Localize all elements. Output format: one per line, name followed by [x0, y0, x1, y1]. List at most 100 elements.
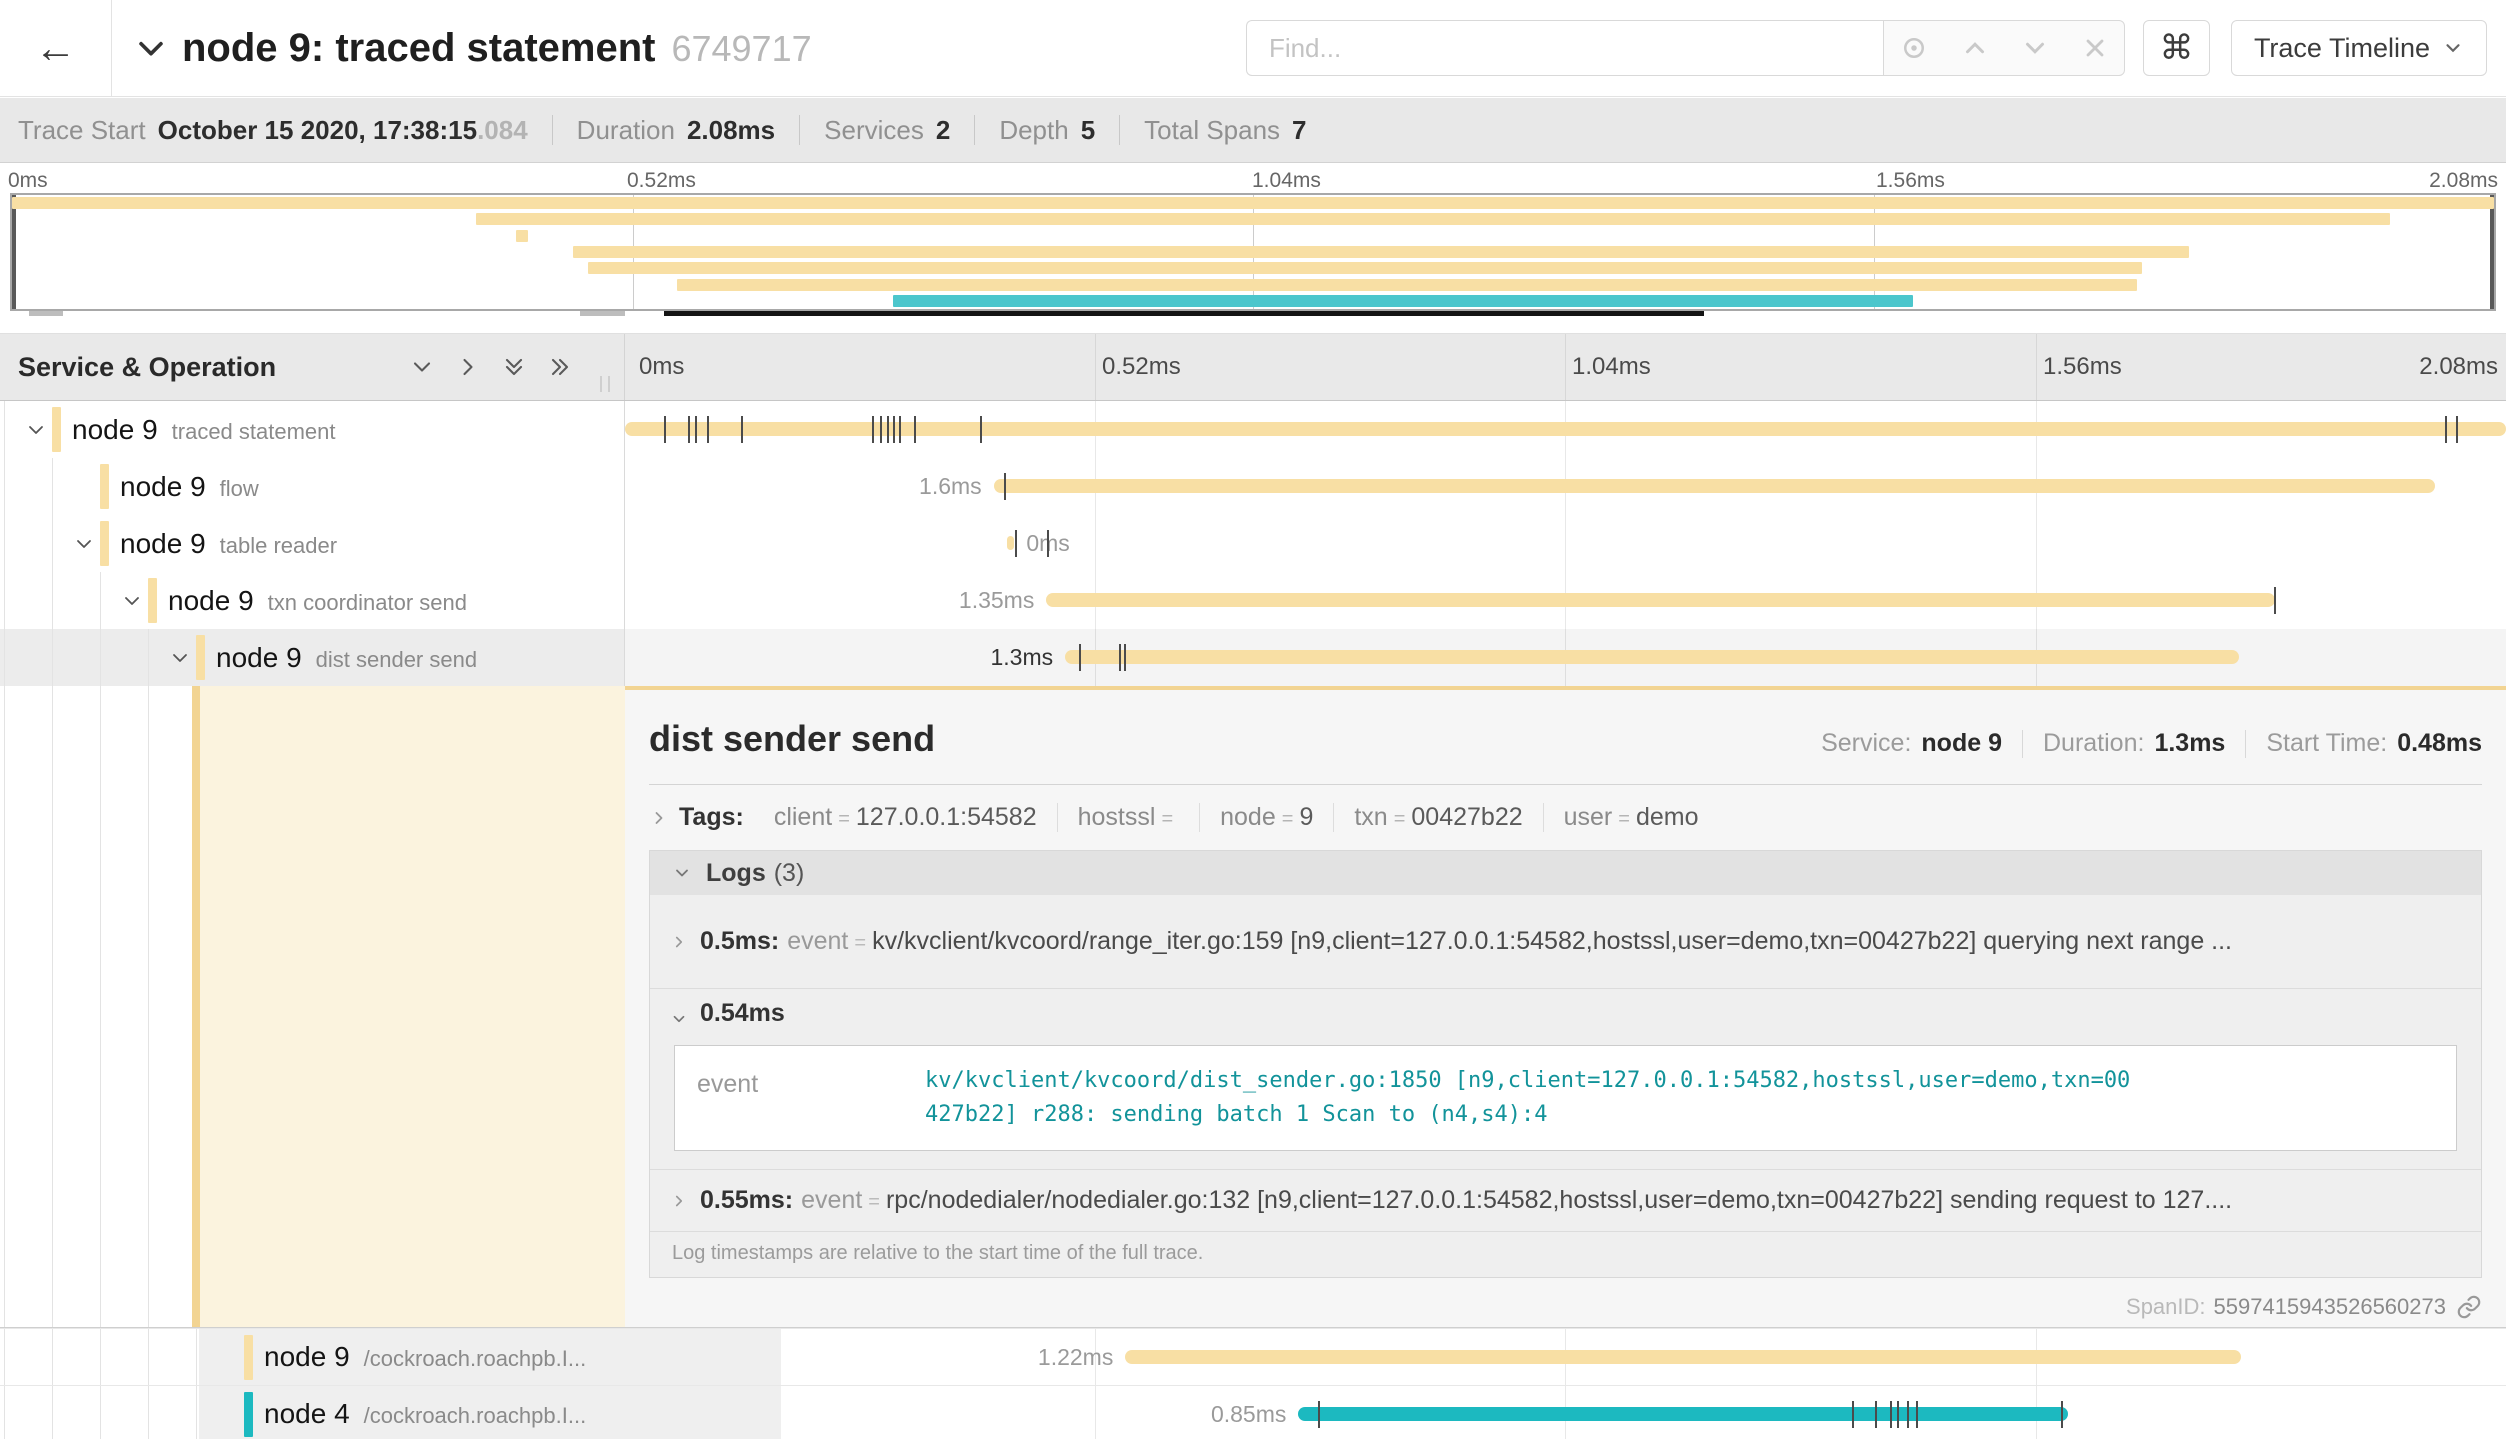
span-name-cell[interactable]: node 4/cockroach.roachpb.I...	[0, 1386, 625, 1439]
span-bar[interactable]	[1046, 593, 2274, 607]
minimap-axis: 0ms 0.52ms 1.04ms 1.56ms 2.08ms	[0, 163, 2506, 193]
span-timeline-cell: 0.85ms	[625, 1386, 2506, 1439]
span-name-cell[interactable]: node 9table reader	[0, 515, 625, 572]
log-marker	[695, 416, 697, 443]
minimap-canvas[interactable]	[10, 193, 2496, 311]
chevron-up-icon[interactable]	[1960, 33, 1990, 63]
log-field-value-line: kv/kvclient/kvcoord/dist_sender.go:1850 …	[925, 1064, 2140, 1098]
chevron-down-icon[interactable]	[2020, 33, 2050, 63]
logs-header[interactable]: Logs (3)	[650, 851, 2481, 895]
axis-tick: 2.08ms	[2429, 169, 2498, 193]
minimap-right-handle[interactable]	[2490, 195, 2494, 309]
span-timeline-cell	[625, 401, 2506, 458]
double-chevron-right-icon[interactable]	[546, 353, 574, 381]
span-bar[interactable]	[1065, 650, 2239, 664]
log-marker	[1916, 1401, 1918, 1428]
tree-guide-line	[52, 515, 53, 572]
span-name-cell[interactable]: node 9/cockroach.roachpb.I...	[0, 1329, 625, 1385]
minimap-span-bar	[12, 197, 2494, 209]
chevron-down-icon[interactable]	[120, 589, 144, 613]
summary-item: Services2	[824, 115, 950, 146]
chevron-right-icon	[670, 933, 688, 951]
tree-guide-line	[4, 515, 5, 572]
span-name-cell[interactable]: node 9txn coordinator send	[0, 572, 625, 629]
close-icon[interactable]	[2081, 34, 2109, 62]
axis-tick: 0.52ms	[627, 169, 696, 193]
chevron-down-icon[interactable]	[24, 418, 48, 442]
log-entry[interactable]: 0.5ms: event = kv/kvclient/kvcoord/range…	[650, 895, 2481, 989]
tree-guide-line	[196, 1386, 197, 1439]
tag-value: 9	[1299, 803, 1313, 832]
horizontal-scroll-indicator[interactable]	[664, 311, 1704, 316]
chevron-down-icon	[672, 863, 692, 883]
summary-item: Depth5	[999, 115, 1095, 146]
span-timeline-cell: 1.6ms	[625, 458, 2506, 515]
service-name: node 9	[216, 642, 302, 673]
span-name-cell[interactable]: node 9flow	[0, 458, 625, 515]
column-resizer[interactable]	[600, 376, 610, 392]
span-bar[interactable]	[994, 479, 2435, 493]
chevron-right-icon	[670, 1192, 688, 1210]
trace-timeline-view: ← node 9: traced statement6749717	[0, 0, 2506, 1439]
meta-label: Start Time:	[2266, 729, 2387, 758]
equals-sign: =	[854, 932, 866, 955]
tag: hostssl=	[1058, 803, 1201, 832]
equals-sign: =	[1394, 808, 1406, 831]
chevron-down-icon[interactable]	[134, 31, 168, 65]
log-marker	[2445, 416, 2447, 443]
log-entry[interactable]: 0.55ms: event = rpc/nodedialer/nodediale…	[650, 1170, 2481, 1232]
equals-sign: =	[1618, 808, 1630, 831]
operation-name: /cockroach.roachpb.I...	[364, 1403, 587, 1428]
span-name-cell[interactable]: node 9traced statement	[0, 401, 625, 458]
chevron-down-icon[interactable]	[168, 646, 192, 670]
service-color-bar	[52, 407, 61, 452]
keyboard-shortcuts-button[interactable]: ⌘	[2143, 20, 2210, 76]
axis-tick: 1.04ms	[1252, 169, 1321, 193]
tags-row[interactable]: Tags: client=127.0.0.1:54582 hostssl= no…	[649, 803, 2482, 832]
span-bar[interactable]	[625, 422, 2506, 436]
log-marker	[741, 416, 743, 443]
log-marker	[1015, 530, 1017, 557]
double-chevron-down-icon[interactable]	[500, 353, 528, 381]
tree-guide-line	[4, 1386, 5, 1439]
span-id-value: 5597415943526560273	[2214, 1294, 2446, 1320]
chevron-down-icon	[2442, 37, 2464, 59]
log-marker	[914, 416, 916, 443]
link-icon[interactable]	[2456, 1294, 2482, 1320]
chevron-down-icon[interactable]	[408, 353, 436, 381]
span-bar[interactable]	[1007, 536, 1015, 550]
summary-value: 2.08ms	[687, 115, 775, 146]
detail-indent-fill	[200, 686, 625, 1327]
tree-guide-line	[4, 401, 5, 458]
summary-value: 5	[1081, 115, 1095, 146]
log-field-key: event	[675, 1064, 925, 1132]
span-rows: node 9traced statement node 9flow 1.6ms	[0, 401, 2506, 1439]
chevron-right-icon[interactable]	[454, 353, 482, 381]
minimap-left-handle[interactable]	[12, 195, 16, 309]
summary-value: 7	[1292, 115, 1306, 146]
span-id-label: SpanID:	[2126, 1294, 2206, 1320]
span-name-cell[interactable]: node 9 dist sender send	[0, 629, 625, 686]
find-input[interactable]	[1246, 20, 1883, 76]
operation-name: txn coordinator send	[268, 590, 467, 615]
tag-value: 127.0.0.1:54582	[856, 803, 1037, 832]
log-marker	[980, 416, 982, 443]
log-marker	[1004, 473, 1006, 500]
span-detail-panel: dist sender send Service: node 9 Duratio…	[625, 686, 2506, 1327]
service-operation-title: Service & Operation	[18, 352, 276, 383]
locate-icon[interactable]	[1899, 33, 1929, 63]
log-entry-header[interactable]: 0.54ms	[670, 999, 2461, 1039]
view-selector-button[interactable]: Trace Timeline	[2231, 20, 2487, 76]
trace-name: node 9: traced statement	[182, 26, 655, 70]
log-marker	[1907, 1401, 1909, 1428]
log-marker	[2456, 416, 2458, 443]
find-buttons	[1883, 20, 2125, 76]
tag-value: 00427b22	[1411, 803, 1522, 832]
span-bar[interactable]	[1298, 1407, 2067, 1421]
back-button[interactable]: ←	[0, 0, 112, 96]
tag: txn=00427b22	[1334, 803, 1543, 832]
chevron-down-icon[interactable]	[72, 532, 96, 556]
span-bar[interactable]	[1125, 1350, 2240, 1364]
operation-name: table reader	[220, 533, 337, 558]
operation-name: dist sender send	[316, 647, 477, 672]
